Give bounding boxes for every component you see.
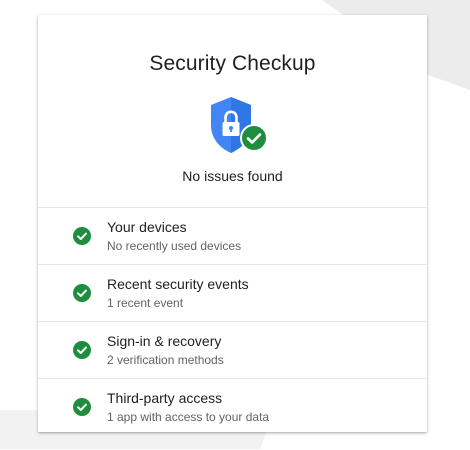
item-title: Recent security events (107, 276, 249, 292)
shield-lock-icon (207, 95, 271, 167)
item-subtitle: 2 verification methods (107, 353, 224, 367)
item-subtitle: No recently used devices (107, 239, 242, 253)
check-circle-icon (73, 227, 91, 245)
security-checkup-card: Security Checkup No issues found Your de… (38, 15, 427, 432)
status-text: No issues found (182, 168, 283, 184)
list-item-third-party-access[interactable]: Third-party access 1 app with access to … (38, 379, 427, 435)
card-header: Security Checkup No issues found (38, 15, 427, 208)
item-title: Your devices (107, 219, 187, 235)
item-subtitle: 1 recent event (107, 296, 184, 310)
item-title: Third-party access (107, 390, 223, 406)
item-title: Sign-in & recovery (107, 333, 222, 349)
check-circle-icon (73, 341, 91, 359)
list-item-recent-security-events[interactable]: Recent security events 1 recent event (38, 265, 427, 322)
check-circle-icon (73, 284, 91, 302)
page-title: Security Checkup (149, 52, 316, 75)
item-subtitle: 1 app with access to your data (107, 410, 270, 424)
check-circle-icon (73, 398, 91, 416)
list-item-sign-in-recovery[interactable]: Sign-in & recovery 2 verification method… (38, 322, 427, 379)
list-item-your-devices[interactable]: Your devices No recently used devices (38, 208, 427, 265)
check-circle-icon (240, 124, 268, 152)
